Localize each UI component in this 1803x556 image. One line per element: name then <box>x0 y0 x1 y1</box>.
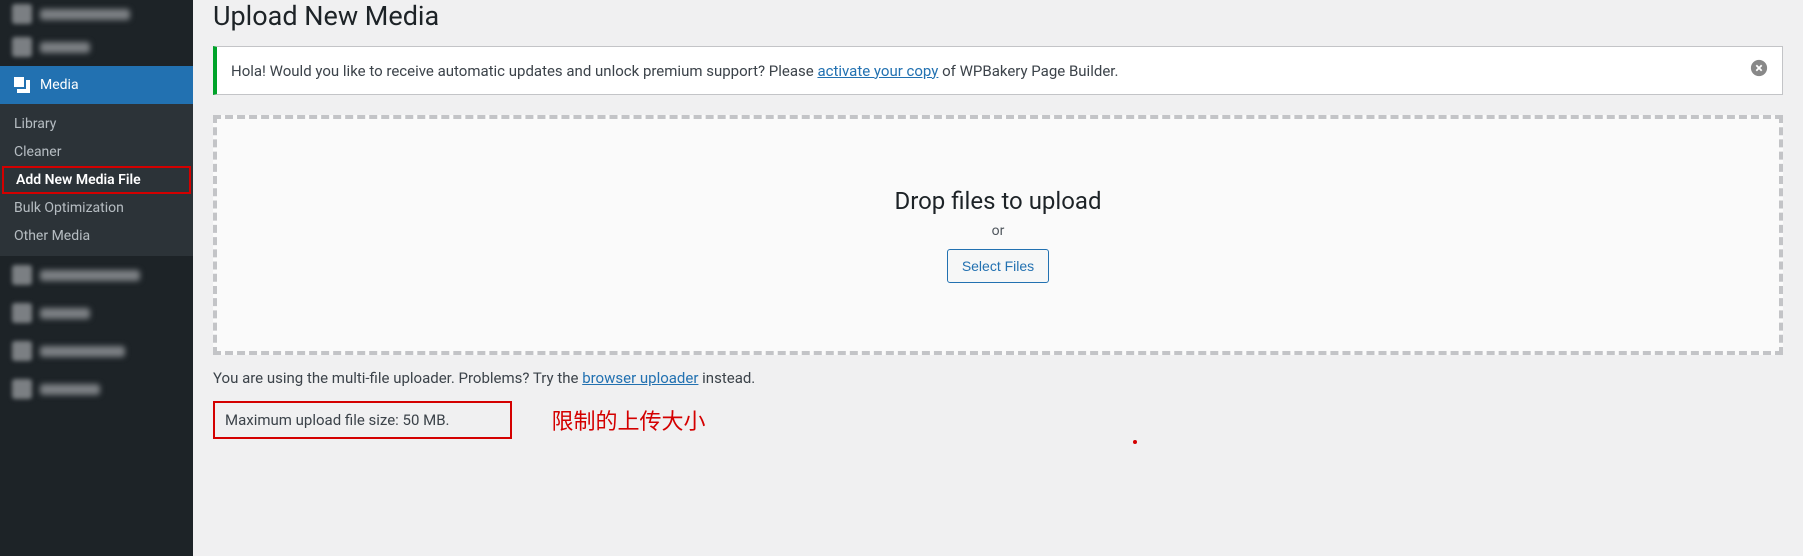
media-submenu: Library Cleaner Add New Media File Bulk … <box>0 104 193 256</box>
dropzone-text: Drop files to upload <box>894 187 1101 215</box>
generic-icon <box>12 265 32 285</box>
blurred-label <box>40 42 90 53</box>
browser-uploader-link[interactable]: browser uploader <box>582 369 698 387</box>
comments-icon <box>12 341 32 361</box>
image-icon <box>12 37 32 57</box>
activate-link[interactable]: activate your copy <box>817 62 938 80</box>
dropzone-or: or <box>992 223 1005 239</box>
notice-prefix: Hola! Would you like to receive automati… <box>231 62 817 80</box>
sidebar-item-media[interactable]: Media <box>0 66 193 104</box>
activation-notice: Hola! Would you like to receive automati… <box>213 46 1783 95</box>
sidebar-item-comments[interactable] <box>0 332 193 370</box>
hint-prefix: You are using the multi-file uploader. P… <box>213 369 582 387</box>
sidebar-item-footer-blocks[interactable] <box>0 256 193 294</box>
submenu-add-new-media[interactable]: Add New Media File <box>2 166 191 194</box>
sidebar-item-contact[interactable] <box>0 370 193 408</box>
notice-suffix: of WPBakery Page Builder. <box>938 62 1118 80</box>
sidebar-item-testimonials[interactable] <box>0 0 193 28</box>
hint-suffix: instead. <box>698 369 755 387</box>
main-content: Upload New Media Hola! Would you like to… <box>193 0 1803 556</box>
submenu-cleaner[interactable]: Cleaner <box>0 138 193 166</box>
page-title: Upload New Media <box>213 0 1783 32</box>
submenu-other-media[interactable]: Other Media <box>0 222 193 250</box>
page-icon <box>12 303 32 323</box>
sidebar-item-pages[interactable] <box>0 294 193 332</box>
dismiss-notice-button[interactable] <box>1750 59 1768 82</box>
media-icon <box>12 75 32 95</box>
uploader-hint: You are using the multi-file uploader. P… <box>213 369 1783 387</box>
submenu-bulk-optimization[interactable]: Bulk Optimization <box>0 194 193 222</box>
notice-text: Hola! Would you like to receive automati… <box>231 62 1118 80</box>
blurred-label <box>40 384 100 395</box>
submenu-library[interactable]: Library <box>0 110 193 138</box>
contact-icon <box>12 379 32 399</box>
sidebar-item-logos[interactable] <box>0 28 193 66</box>
annotation-chinese: 限制的上传大小 <box>552 404 706 436</box>
chat-icon <box>12 4 32 24</box>
close-icon <box>1750 59 1768 77</box>
sidebar-item-label: Media <box>40 77 79 93</box>
select-files-button[interactable]: Select Files <box>947 249 1049 283</box>
annotation-dot <box>1133 440 1137 444</box>
blurred-label <box>40 270 140 281</box>
blurred-label <box>40 9 130 20</box>
admin-sidebar: Media Library Cleaner Add New Media File… <box>0 0 193 556</box>
max-upload-size: Maximum upload file size: 50 MB. <box>213 401 512 439</box>
blurred-label <box>40 346 125 357</box>
blurred-label <box>40 308 90 319</box>
max-size-row: Maximum upload file size: 50 MB. 限制的上传大小 <box>213 401 1783 439</box>
upload-dropzone[interactable]: Drop files to upload or Select Files <box>213 115 1783 355</box>
